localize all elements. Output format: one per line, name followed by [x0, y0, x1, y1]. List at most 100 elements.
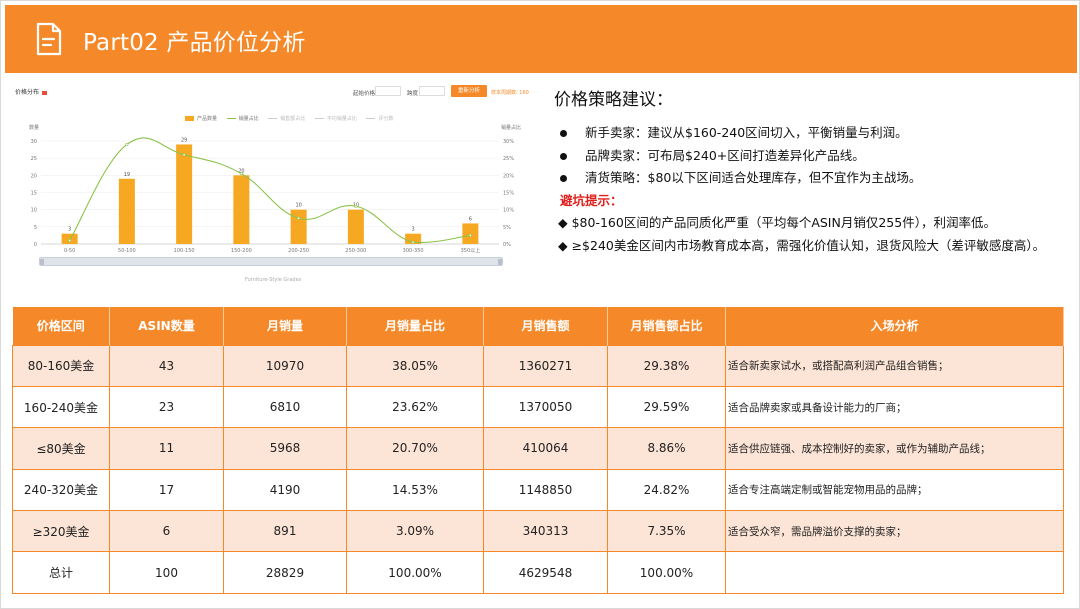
y-axis-left-title: 数量 — [29, 124, 39, 131]
zoom-handle-left[interactable] — [40, 259, 44, 265]
table-cell: 28829 — [223, 551, 347, 594]
table-cell: 80-160美金 — [12, 344, 110, 387]
bar-data-label: 3 — [68, 227, 71, 233]
table-cell: 240-320美金 — [12, 468, 110, 512]
y-tick-left: 10 — [31, 208, 37, 214]
bar — [290, 209, 307, 244]
bar-data-label: 29 — [181, 137, 187, 143]
table-cell: 7.35% — [607, 510, 726, 553]
table-cell: 适合供应链强、成本控制好的卖家，或作为辅助产品线； — [725, 427, 1064, 470]
bar — [176, 144, 193, 244]
bar-data-label: 19 — [124, 172, 130, 178]
table-cell: 1360271 — [483, 344, 608, 387]
strategy-bullet: 新手卖家：建议从$160-240区间切入，平衡销量与利润。 — [554, 122, 1074, 145]
bar — [118, 178, 135, 244]
table-cell: 29.59% — [607, 385, 726, 429]
line-point — [182, 153, 186, 157]
table-cell: 20.70% — [346, 427, 484, 470]
x-tick-label: 200-250 — [288, 248, 309, 254]
bullet-dot-icon — [560, 152, 567, 160]
table-cell: 24.82% — [607, 468, 726, 512]
table-cell: 4629548 — [483, 551, 608, 594]
table-row: ≤80美金 11 5968 20.70% 410064 8.86% 适合供应链强、成本控制好… — [12, 427, 1064, 470]
line-point — [411, 240, 415, 244]
x-tick-label: 250-300 — [345, 248, 366, 254]
y-tick-left: 15 — [31, 191, 37, 197]
warning-item: ◆ ≥$240美金区间内市场教育成本高，需强化价值认知，退货风险大（差评敏感度高… — [558, 237, 1046, 253]
table-cell: 23.62% — [346, 385, 484, 429]
y-tick-right: 30% — [503, 139, 514, 145]
x-tick-label: 300-350 — [403, 248, 424, 254]
y-tick-right: 20% — [503, 173, 514, 179]
table-cell: 适合新卖家试水，或搭配高利润产品组合销售； — [725, 344, 1064, 387]
table-header-cell: 月销售额 — [483, 307, 608, 345]
table-cell — [725, 551, 1064, 594]
y-tick-left: 0 — [34, 242, 37, 248]
table-cell: 1148850 — [483, 468, 608, 512]
table-cell: 43 — [109, 344, 224, 387]
line-point — [239, 172, 243, 176]
strategy-bullet: 品牌卖家：可布局$240+区间打造差异化产品线。 — [554, 145, 1074, 168]
table-cell: 100.00% — [346, 551, 484, 594]
page-title: Part02 产品价位分析 — [83, 30, 306, 56]
table-cell: 3.09% — [346, 510, 484, 553]
line-point — [125, 142, 129, 146]
x-tick-label: 0-50 — [64, 248, 75, 254]
chart-caption: Furniture-Style Grades — [245, 277, 302, 283]
table-cell: 340313 — [483, 510, 608, 553]
table-cell: ≤80美金 — [12, 427, 110, 470]
y-tick-left: 25 — [31, 156, 37, 162]
table-header-cell: 入场分析 — [725, 307, 1064, 345]
zoom-handle-right[interactable] — [498, 259, 502, 265]
table-header-cell: 价格区间 — [12, 307, 110, 345]
bullet-dot-icon — [560, 130, 567, 137]
line-point — [468, 233, 472, 237]
table-cell: 160-240美金 — [12, 385, 110, 429]
table-row: 240-320美金 17 4190 14.53% 1148850 24.82% 适合专注高端… — [12, 468, 1064, 512]
table-row: 总计 100 28829 100.00% 4629548 100.00% — [12, 551, 1064, 594]
bar-data-label: 3 — [412, 227, 415, 233]
x-tick-label: 50-100 — [118, 248, 136, 254]
table-header-cell: 月销售额占比 — [607, 307, 726, 345]
table-cell: 适合品牌卖家或具备设计能力的厂商； — [725, 385, 1064, 429]
x-tick-label: 350以上 — [461, 247, 481, 254]
table-cell: 11 — [109, 427, 224, 470]
document-icon — [36, 22, 62, 56]
bullet-text: 品牌卖家：可布局$240+区间打造差异化产品线。 — [585, 147, 865, 163]
y-tick-right: 15% — [503, 191, 514, 197]
bar-data-label: 10 — [295, 203, 301, 209]
table-cell: 10970 — [223, 344, 347, 387]
line-point — [354, 204, 358, 208]
bullet-dot-icon — [560, 175, 567, 182]
bar — [347, 209, 364, 244]
line-point — [68, 239, 72, 243]
table-cell: 100 — [109, 551, 224, 594]
table-cell: 适合受众窄，需品牌溢价支撑的卖家； — [725, 510, 1064, 553]
y-tick-left: 30 — [31, 139, 37, 145]
chart-zoom-scrollbar[interactable] — [39, 257, 503, 266]
chart-panel: 价格分布 起始价格 跨度 重新分析 样本周期数: 160 产品数量 销量占比 销… — [11, 79, 537, 287]
table-cell: 17 — [109, 468, 224, 512]
bullet-text: 清货策略：$80以下区间适合处理库存，但不宜作为主战场。 — [585, 170, 922, 185]
table-cell: 6 — [109, 510, 224, 553]
table-cell: 100.00% — [607, 551, 726, 594]
slide: Part02 产品价位分析 价格分布 起始价格 跨度 重新分析 样本周期数: 1… — [0, 0, 1080, 609]
line-point — [297, 216, 301, 220]
table-cell: 8.86% — [607, 427, 726, 470]
price-table: 价格区间 ASIN数量 月销量 月销量占比 月销售额 月销售额占比 入场分析 8… — [12, 307, 1064, 594]
bar — [462, 223, 479, 244]
table-cell: 总计 — [12, 551, 110, 594]
price-distribution-chart: 数量 销量占比 0 0% 5 5% 10 10% 15 15% 20 20% 25 25% 30 30% 3 0-… — [29, 124, 521, 254]
table-cell: 38.05% — [346, 344, 484, 387]
strategy-section: 价格策略建议： 新手卖家：建议从$160-240区间切入，平衡销量与利润。 品牌… — [554, 85, 1074, 257]
y-tick-right: 5% — [503, 225, 511, 231]
x-tick-label: 100-150 — [174, 248, 195, 254]
strategy-title: 价格策略建议： — [554, 90, 673, 110]
table-cell: 29.38% — [607, 344, 726, 387]
table-header-cell: 月销量 — [223, 307, 347, 345]
header-bar: Part02 产品价位分析 — [5, 5, 1077, 73]
table-cell: 410064 — [483, 427, 608, 470]
y-tick-left: 5 — [34, 225, 37, 231]
table-header-row: 价格区间 ASIN数量 月销量 月销量占比 月销售额 月销售额占比 入场分析 — [12, 307, 1064, 345]
warning-item: ◆ $80-160区间的产品同质化严重（平均每个ASIN月销仅255件），利润率… — [558, 215, 996, 230]
